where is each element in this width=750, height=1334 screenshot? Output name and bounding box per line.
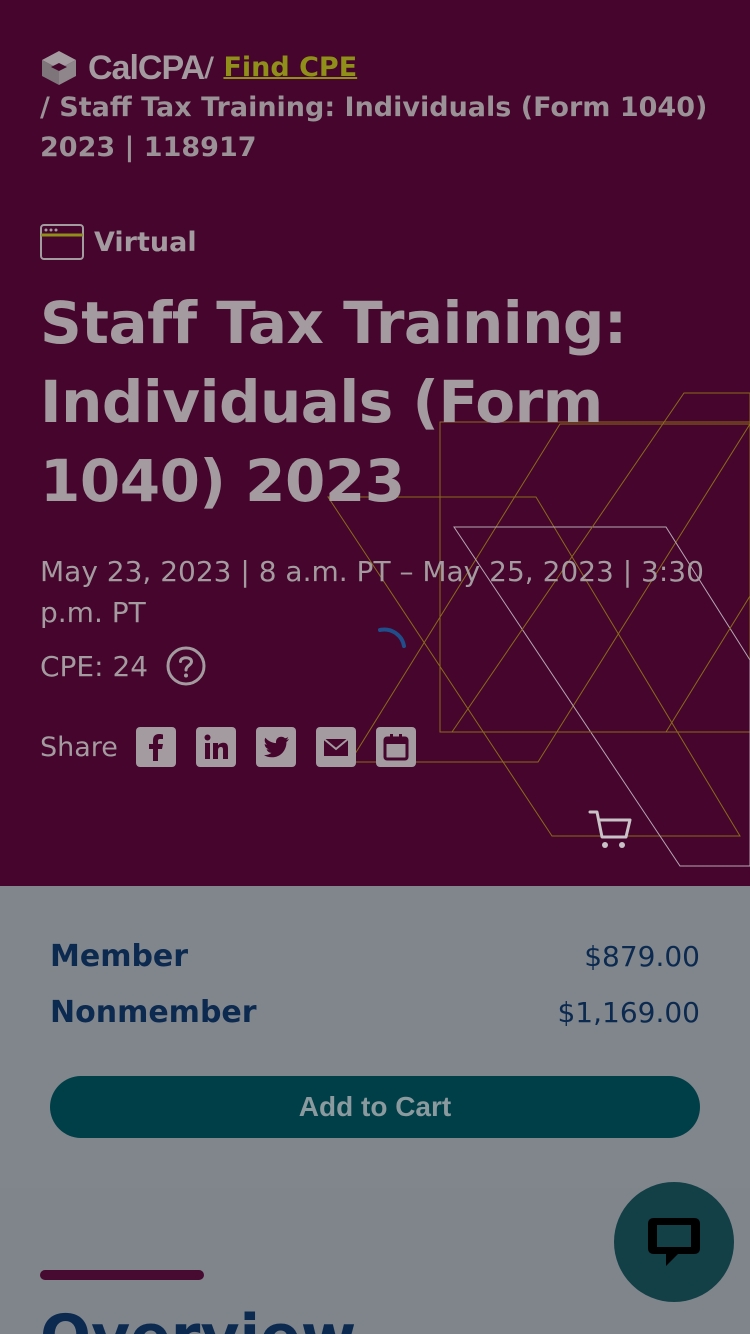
email-icon[interactable] xyxy=(315,727,356,767)
browser-window-icon xyxy=(40,224,84,260)
breadcrumb-separator: / xyxy=(204,52,215,83)
loading-spinner-icon xyxy=(378,627,406,648)
chat-bubble-icon xyxy=(648,1218,700,1266)
share-bar: Share xyxy=(40,726,436,768)
event-hero: CalCPA / Find CPE / Staff Tax Training: … xyxy=(0,0,750,886)
logo-text: CalCPA xyxy=(88,49,205,87)
twitter-icon[interactable] xyxy=(255,727,296,767)
linkedin-icon[interactable] xyxy=(195,727,236,767)
nonmember-price-row: Nonmember $1,169.00 xyxy=(50,990,700,1034)
cart-icon[interactable] xyxy=(588,808,634,852)
calcpa-logo-icon xyxy=(42,51,76,85)
event-format-label: Virtual xyxy=(94,226,197,258)
help-icon[interactable] xyxy=(166,646,206,686)
section-accent-bar xyxy=(40,1270,204,1280)
pricing-panel: Member $879.00 Nonmember $1,169.00 Add t… xyxy=(0,886,750,1188)
share-label: Share xyxy=(40,731,118,763)
calcpa-logo[interactable]: CalCPA xyxy=(40,48,205,88)
calendar-icon[interactable] xyxy=(375,727,416,767)
breadcrumb-current: / Staff Tax Training: Individuals (Form … xyxy=(40,92,708,163)
add-to-cart-button[interactable]: Add to Cart xyxy=(50,1076,700,1138)
cpe-credits: CPE: 24 xyxy=(40,646,206,686)
overview-heading: Overview xyxy=(40,1302,356,1334)
member-price-row: Member $879.00 xyxy=(50,934,700,978)
nonmember-price: $1,169.00 xyxy=(557,995,700,1029)
breadcrumb-link-find-cpe[interactable]: Find CPE xyxy=(223,52,357,83)
nonmember-label: Nonmember xyxy=(50,994,257,1030)
facebook-icon[interactable] xyxy=(135,727,176,767)
chat-button[interactable] xyxy=(614,1182,734,1302)
member-price: $879.00 xyxy=(584,939,700,973)
event-title: Staff Tax Training: Individuals (Form 10… xyxy=(40,289,627,515)
event-format: Virtual xyxy=(40,222,197,262)
cpe-label: CPE: 24 xyxy=(40,649,149,683)
member-label: Member xyxy=(50,938,189,974)
breadcrumb: CalCPA / Find CPE / Staff Tax Training: … xyxy=(40,48,710,168)
